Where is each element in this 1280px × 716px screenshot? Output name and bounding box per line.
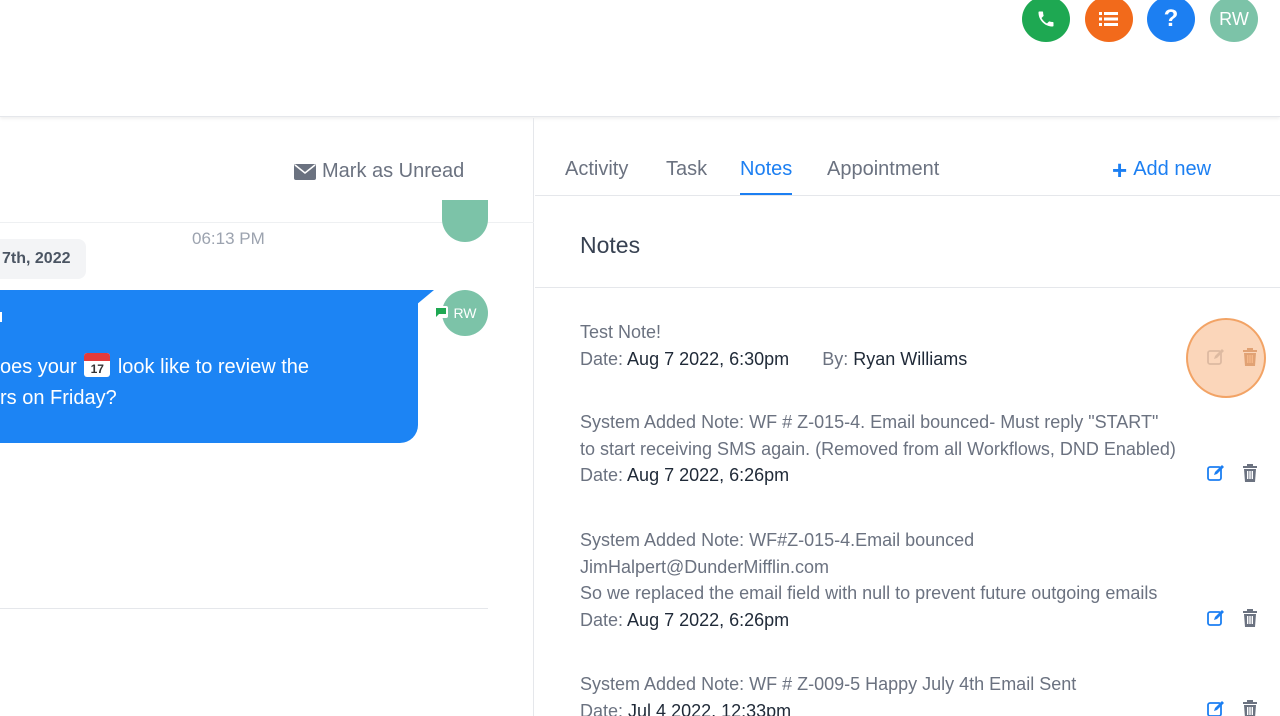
add-new-button[interactable]: + Add new bbox=[1112, 154, 1212, 185]
note-text: System Added Note: WF # Z-015-4. Email b… bbox=[580, 412, 1159, 432]
message-bubble: oes your 17 look like to review the rs o… bbox=[0, 290, 418, 443]
date-pill: 7th, 2022 bbox=[0, 239, 86, 279]
note-item: System Added Note: WF # Z-015-4. Email b… bbox=[580, 409, 1260, 489]
trash-icon bbox=[1243, 464, 1257, 482]
note-date: Aug 7 2022, 6:26pm bbox=[627, 465, 790, 485]
note-meta: Date: Aug 7 2022, 6:26pm bbox=[580, 462, 1260, 489]
message-text: look like to review the bbox=[112, 356, 310, 378]
tab-task[interactable]: Task bbox=[666, 158, 707, 193]
note-date: Aug 7 2022, 6:30pm bbox=[627, 348, 790, 369]
message-line-1: oes your 17 look like to review the bbox=[0, 352, 309, 383]
edit-note-button[interactable] bbox=[1206, 608, 1226, 628]
note-actions bbox=[1206, 608, 1260, 628]
tasks-button[interactable] bbox=[1085, 0, 1133, 42]
note-text: to start receiving SMS again. (Removed f… bbox=[580, 438, 1176, 459]
tab-notes[interactable]: Notes bbox=[740, 158, 793, 195]
by-label: By: bbox=[822, 348, 849, 369]
message-timestamp: 06:13 PM bbox=[192, 229, 265, 248]
note-meta: Date: Jul 4 2022, 12:33pm bbox=[580, 698, 1260, 716]
text-cursor bbox=[0, 312, 2, 322]
note-actions bbox=[1206, 463, 1260, 483]
trash-icon bbox=[1243, 700, 1257, 716]
note-text: Test Note! bbox=[580, 322, 662, 342]
conversation-panel: Mark as Unread 06:13 PM 7th, 2022 oes yo… bbox=[0, 118, 534, 716]
note-text: JimHalpert@DunderMifflin.com bbox=[580, 556, 830, 577]
edit-note-button[interactable] bbox=[1206, 699, 1226, 716]
avatar bbox=[442, 200, 488, 242]
trash-icon bbox=[1243, 609, 1257, 627]
phone-button[interactable] bbox=[1022, 0, 1070, 42]
edit-icon bbox=[1207, 610, 1224, 626]
message-text: oes your bbox=[0, 356, 83, 378]
notes-heading: Notes bbox=[580, 232, 641, 258]
tab-appointment[interactable]: Appointment bbox=[827, 158, 939, 193]
add-new-label: Add new bbox=[1133, 158, 1212, 180]
help-button[interactable]: ? bbox=[1147, 0, 1195, 42]
tab-activity[interactable]: Activity bbox=[565, 158, 628, 193]
date-label: Date: bbox=[580, 465, 624, 485]
list-icon bbox=[1099, 12, 1118, 26]
calendar-emoji-date: 17 bbox=[90, 362, 104, 376]
sms-badge bbox=[434, 306, 448, 318]
note-text: System Added Note: WF # Z-009-5 Happy Ju… bbox=[580, 674, 1077, 694]
date-label: Date: bbox=[580, 700, 624, 716]
date-label: Date: bbox=[580, 609, 624, 630]
chat-icon bbox=[436, 307, 446, 317]
note-item: Test Note! Date: Aug 7 2022, 6:30pm By: … bbox=[580, 319, 1260, 372]
delete-note-button[interactable] bbox=[1240, 608, 1260, 628]
edit-note-button[interactable] bbox=[1206, 463, 1226, 483]
message-line-2: rs on Friday? bbox=[0, 387, 117, 409]
note-meta: Date: Aug 7 2022, 6:30pm By: Ryan Willia… bbox=[580, 346, 1260, 373]
delete-note-button[interactable] bbox=[1240, 699, 1260, 716]
tab-bar: Activity Task Notes Appointment + Add ne… bbox=[535, 118, 1280, 196]
note-date: Aug 7 2022, 6:26pm bbox=[627, 609, 790, 630]
divider bbox=[535, 287, 1280, 288]
calendar-emoji-icon: 17 bbox=[84, 353, 111, 377]
note-text: System Added Note: WF#Z-015-4.Email boun… bbox=[580, 530, 975, 550]
top-header: ? RW bbox=[0, 0, 1280, 117]
plus-icon: + bbox=[1112, 154, 1128, 185]
phone-icon bbox=[1038, 11, 1054, 27]
date-label: Date: bbox=[580, 348, 624, 369]
edit-icon bbox=[1207, 701, 1224, 716]
divider bbox=[0, 608, 488, 609]
envelope-icon bbox=[294, 163, 316, 180]
note-item: System Added Note: WF # Z-009-5 Happy Ju… bbox=[580, 671, 1260, 716]
note-date: Jul 4 2022, 12:33pm bbox=[628, 700, 792, 716]
click-highlight bbox=[1186, 318, 1266, 398]
note-text: So we replaced the email field with null… bbox=[580, 583, 1158, 603]
delete-note-button[interactable] bbox=[1240, 463, 1260, 483]
edit-icon bbox=[1207, 465, 1224, 481]
note-meta: Date: Aug 7 2022, 6:26pm bbox=[580, 607, 1260, 634]
note-actions bbox=[1206, 699, 1260, 716]
note-author: Ryan Williams bbox=[853, 348, 968, 369]
mark-as-unread-label: Mark as Unread bbox=[322, 160, 465, 182]
details-panel: Activity Task Notes Appointment + Add ne… bbox=[535, 118, 1280, 716]
note-item: System Added Note: WF#Z-015-4.Email boun… bbox=[580, 527, 1260, 633]
avatar: RW bbox=[442, 290, 488, 336]
user-avatar-button[interactable]: RW bbox=[1210, 0, 1258, 42]
mark-as-unread-button[interactable]: Mark as Unread bbox=[294, 160, 464, 183]
